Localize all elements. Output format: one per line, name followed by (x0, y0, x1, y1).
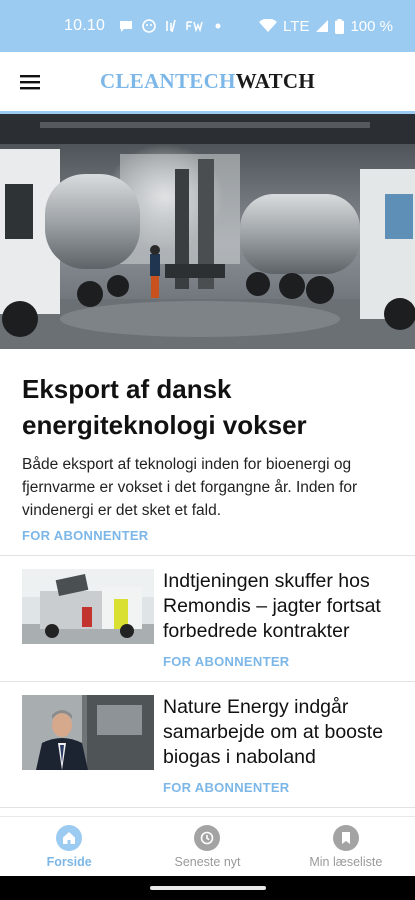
chat-bubble-icon (120, 21, 133, 32)
status-bar: 10.10 LTE 100 % (0, 0, 415, 52)
site-logo: CLEANTECHWATCH (0, 69, 415, 94)
home-handle[interactable] (150, 886, 266, 890)
battery-icon (335, 18, 345, 34)
article-title[interactable]: Indtjeningen skuffer hos Remondis – jagt… (163, 569, 395, 644)
logo-part1: CLEANTECH (99, 69, 236, 93)
symbol-icon (166, 19, 176, 33)
subscriber-tag: FOR ABONNENTER (163, 780, 290, 795)
article-feed[interactable]: Eksport af dansk energiteknologi vokser … (0, 114, 415, 816)
lead-article-image[interactable] (0, 114, 415, 349)
home-icon (56, 824, 83, 851)
clock-icon (194, 824, 221, 851)
battery-level: 100 % (350, 17, 393, 35)
lead-article-text[interactable]: Eksport af dansk energiteknologi vokser … (0, 349, 415, 556)
gesture-bar (0, 876, 415, 900)
nav-label: Min læseliste (309, 854, 383, 869)
status-right: LTE 100 % (259, 18, 393, 35)
article-text[interactable]: Indtjeningen skuffer hos Remondis – jagt… (163, 569, 395, 669)
subscriber-tag: FOR ABONNENTER (163, 654, 290, 669)
list-item[interactable]: Nature Energy indgår samarbejde om at bo… (0, 682, 415, 808)
list-item[interactable]: Indtjeningen skuffer hos Remondis – jagt… (0, 556, 415, 682)
article-text[interactable]: Nature Energy indgår samarbejde om at bo… (163, 695, 395, 795)
nav-reading-list[interactable]: Min læseliste (277, 817, 415, 876)
face-icon (142, 19, 156, 33)
bookmark-icon (332, 824, 359, 851)
dot-icon (215, 23, 221, 29)
nav-label: Forside (46, 854, 92, 869)
hamburger-icon (20, 74, 40, 89)
lead-article[interactable]: Eksport af dansk energiteknologi vokser … (0, 114, 415, 556)
nav-home[interactable]: Forside (0, 817, 138, 876)
lead-article-summary: Både eksport af teknologi inden for bioe… (22, 456, 358, 519)
menu-button[interactable] (0, 51, 60, 113)
wifi-icon (259, 19, 278, 32)
logo-part2: WATCH (235, 69, 316, 93)
subscriber-tag: FOR ABONNENTER (22, 528, 149, 543)
lead-article-title[interactable]: Eksport af dansk energiteknologi vokser (22, 371, 393, 443)
fw-icon (186, 21, 203, 32)
article-thumbnail (22, 695, 154, 770)
status-time: 10.10 (64, 17, 106, 34)
bottom-navigation: Forside Seneste nyt Min læseliste (0, 816, 415, 876)
app-header: CLEANTECHWATCH (0, 52, 415, 114)
signal-icon (316, 20, 329, 32)
nav-latest[interactable]: Seneste nyt (138, 817, 276, 876)
network-type: LTE (283, 17, 310, 35)
nav-label: Seneste nyt (174, 854, 241, 869)
article-thumbnail (22, 569, 154, 644)
article-title[interactable]: Nature Energy indgår samarbejde om at bo… (163, 695, 395, 770)
notification-icons (119, 19, 221, 33)
